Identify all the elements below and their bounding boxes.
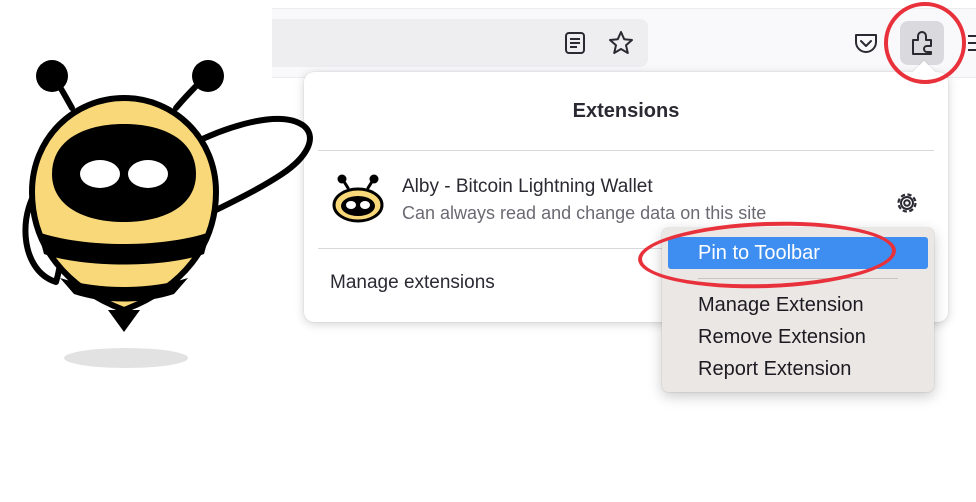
menu-separator [698, 278, 898, 279]
panel-divider [318, 150, 934, 151]
panel-title: Extensions [572, 100, 680, 122]
menu-item-manage-extension[interactable]: Manage Extension [668, 289, 928, 321]
alby-bee-icon [332, 174, 384, 223]
browser-toolbar [272, 8, 976, 78]
gear-icon[interactable] [892, 188, 922, 218]
menu-item-report-extension[interactable]: Report Extension [668, 353, 928, 385]
extension-name: Alby - Bitcoin Lightning Wallet [402, 176, 653, 197]
bookmark-star-icon[interactable] [606, 28, 636, 58]
extension-context-menu: Pin to Toolbar Manage Extension Remove E… [662, 228, 934, 392]
manage-extensions-link[interactable]: Manage extensions [330, 272, 495, 294]
menu-more-icon[interactable] [966, 29, 976, 57]
extensions-puzzle-icon [912, 31, 932, 55]
menu-item-remove-extension[interactable]: Remove Extension [668, 321, 928, 353]
pocket-icon[interactable] [851, 28, 881, 58]
menu-item-pin-to-toolbar[interactable]: Pin to Toolbar [668, 237, 928, 269]
screenshot-stage: Extensions Alby - Bitcoin Lightning Wall… [0, 0, 976, 502]
extension-permission-text: Can always read and change data on this … [402, 203, 767, 223]
alby-bee-mascot [22, 60, 313, 368]
url-bar[interactable] [272, 19, 648, 67]
extensions-button[interactable] [900, 21, 944, 65]
reader-view-icon[interactable] [560, 28, 590, 58]
